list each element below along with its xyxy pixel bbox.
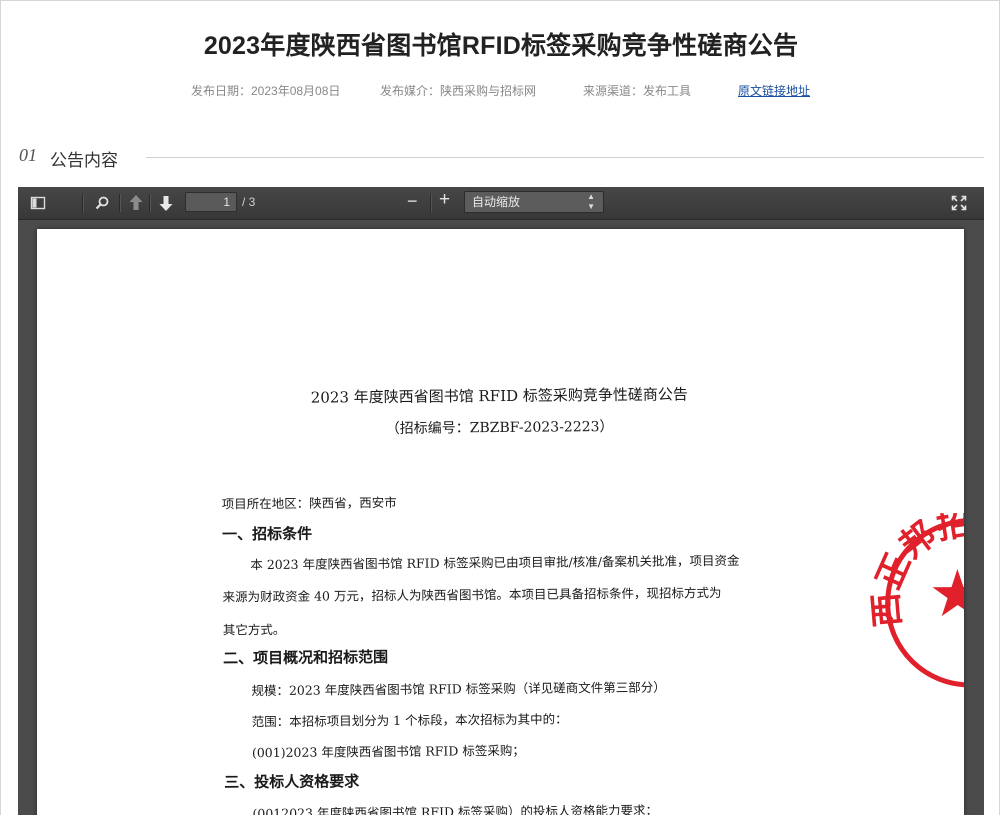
original-link[interactable]: 原文链接地址 bbox=[738, 82, 810, 99]
source-channel: 来源渠道：发布工具 bbox=[583, 84, 692, 98]
page-count: / 3 bbox=[242, 195, 256, 209]
page-number-input[interactable]: 1 bbox=[185, 192, 237, 212]
toolbar-separator bbox=[149, 194, 151, 212]
section-title-1: 一、招标条件 bbox=[221, 524, 313, 544]
toolbar-separator bbox=[82, 194, 84, 212]
zoom-in-button[interactable]: + bbox=[439, 190, 450, 209]
section-title-2: 二、项目概况和招标范围 bbox=[223, 647, 389, 668]
fullscreen-icon[interactable] bbox=[951, 195, 967, 211]
section-number: 01 bbox=[19, 145, 37, 165]
project-region: 项目所在地区：陕西省，西安市 bbox=[221, 494, 397, 512]
official-seal: 西正邦招标有限 bbox=[859, 512, 964, 688]
publish-date: 发布日期：2023年08月08日 bbox=[191, 84, 341, 98]
paragraph-line: 规模：2023 年度陕西省图书馆 RFID 标签采购（详见磋商文件第三部分） bbox=[251, 679, 666, 699]
section-title-3: 三、投标人资格要求 bbox=[224, 772, 360, 792]
zoom-select-value: 自动缩放 bbox=[472, 195, 521, 209]
pdf-toolbar: 1 / 3 − + 自动缩放 ▲ ▼ bbox=[18, 187, 984, 220]
bid-number: （招标编号：ZBZBF-2023-2223） bbox=[385, 419, 614, 437]
arrow-down-icon[interactable] bbox=[158, 194, 174, 212]
toolbar-separator bbox=[430, 194, 432, 212]
pdf-page: 2023 年度陕西省图书馆 RFID 标签采购竞争性磋商公告 （招标编号：ZBZ… bbox=[37, 229, 964, 815]
paragraph-line: 来源为财政资金 40 万元，招标人为陕西省图书馆。本项目已具备招标条件，现招标方… bbox=[222, 585, 722, 605]
section-heading: 01 公告内容 bbox=[19, 145, 984, 170]
publish-media: 发布媒介：陕西采购与招标网 bbox=[380, 84, 537, 98]
page-title: 2023年度陕西省图书馆RFID标签采购竞争性磋商公告 bbox=[203, 32, 799, 60]
arrow-up-icon[interactable] bbox=[128, 194, 144, 212]
document-content: 2023 年度陕西省图书馆 RFID 标签采购竞争性磋商公告 （招标编号：ZBZ… bbox=[37, 229, 964, 815]
select-arrows-icon: ▲ ▼ bbox=[587, 192, 595, 211]
toolbar-separator bbox=[119, 194, 121, 212]
section-divider bbox=[146, 157, 984, 158]
paragraph-line: (001)2023 年度陕西省图书馆 RFID 标签采购； bbox=[251, 742, 525, 761]
pdf-viewer: 1 / 3 − + 自动缩放 ▲ ▼ 2023 年度陕西省图书馆 RFID 标签采… bbox=[18, 187, 984, 815]
paragraph-line: (0012023 年度陕西省图书馆 RFID 标签采购）的投标人资格能力要求： bbox=[252, 802, 659, 815]
section-label: 公告内容 bbox=[50, 151, 118, 170]
sidebar-toggle-icon[interactable] bbox=[30, 195, 46, 211]
search-icon[interactable] bbox=[94, 195, 110, 211]
paragraph-line: 范围：本招标项目划分为 1 个标段，本次招标为其中的： bbox=[251, 711, 568, 730]
document-title: 2023 年度陕西省图书馆 RFID 标签采购竞争性磋商公告 bbox=[310, 385, 688, 407]
zoom-out-button[interactable]: − bbox=[407, 192, 418, 210]
zoom-select[interactable]: 自动缩放 ▲ ▼ bbox=[464, 191, 604, 213]
paragraph-line: 其它方式。 bbox=[222, 621, 286, 638]
paragraph-line: 本 2023 年度陕西省图书馆 RFID 标签采购已由项目审批/核准/备案机关批… bbox=[250, 552, 740, 573]
